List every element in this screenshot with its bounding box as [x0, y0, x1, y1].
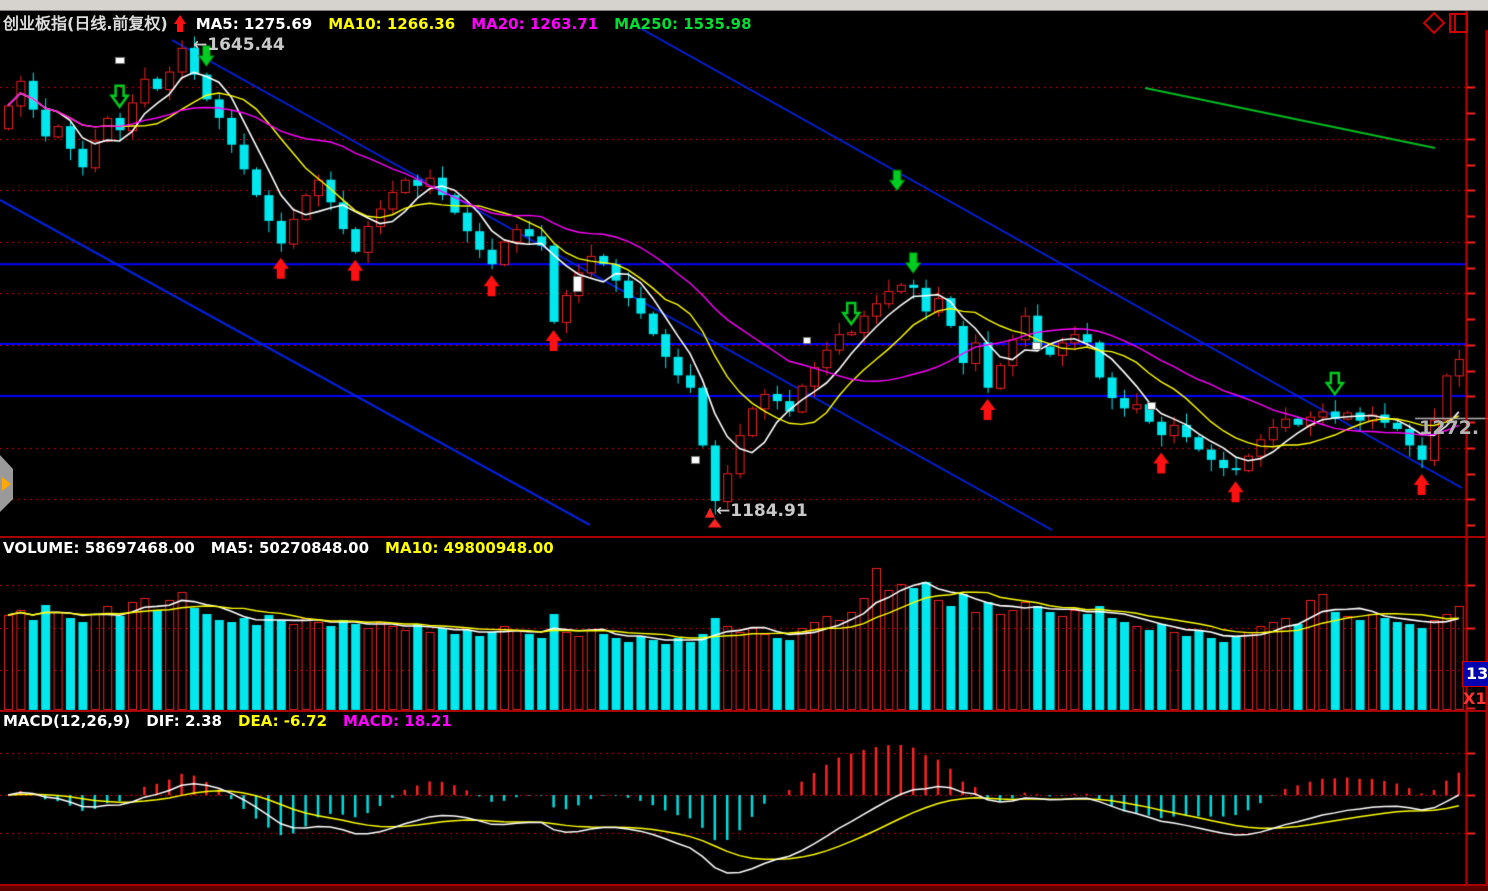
volume-header: VOLUME: 58697468.00 MA5: 50270848.00 MA10:…	[3, 539, 570, 557]
low-marker-icon: ▲	[705, 505, 715, 520]
ma250-readout: MA250: 1535.98	[614, 15, 751, 33]
volume-pane-separator	[0, 536, 1488, 538]
macd-readout: MACD: 18.21	[343, 712, 452, 730]
low-price-annotation: ▲←1184.91	[705, 501, 808, 521]
main-chart-header: 创业板指(日线.前复权) MA5: 1275.69 MA10: 1266.36 MA2…	[3, 10, 768, 34]
status-bar	[0, 884, 1488, 891]
dea-readout: DEA: -6.72	[238, 712, 327, 730]
macd-header: MACD(12,26,9) DIF: 2.38 DEA: -6.72 MACD: 18…	[3, 712, 468, 730]
ma5-readout: MA5: 1275.69	[196, 15, 313, 33]
volume-ma5-readout: MA5: 50270848.00	[211, 539, 369, 557]
volume-multiplier-label: X1	[1463, 689, 1486, 708]
volume-scale-label: 13	[1462, 661, 1488, 687]
chart-canvas[interactable]	[0, 0, 1488, 891]
volume-ma10-readout: MA10: 49800948.00	[385, 539, 554, 557]
up-arrow-icon	[174, 15, 187, 32]
ma10-readout: MA10: 1266.36	[328, 15, 455, 33]
window-layout-icon[interactable]	[1449, 13, 1468, 33]
current-price-tag: 1272.	[1419, 417, 1479, 439]
dif-readout: DIF: 2.38	[146, 712, 222, 730]
stock-chart-app: 创业板指(日线.前复权) MA5: 1275.69 MA10: 1266.36 MA2…	[0, 0, 1488, 891]
low-price-label: ←1184.91	[716, 501, 808, 521]
ma20-readout: MA20: 1263.71	[471, 15, 598, 33]
macd-params: MACD(12,26,9)	[3, 712, 130, 730]
volume-readout: VOLUME: 58697468.00	[3, 539, 195, 557]
high-price-label: ←1645.44	[193, 35, 285, 55]
instrument-title[interactable]: 创业板指(日线.前复权)	[3, 14, 168, 33]
